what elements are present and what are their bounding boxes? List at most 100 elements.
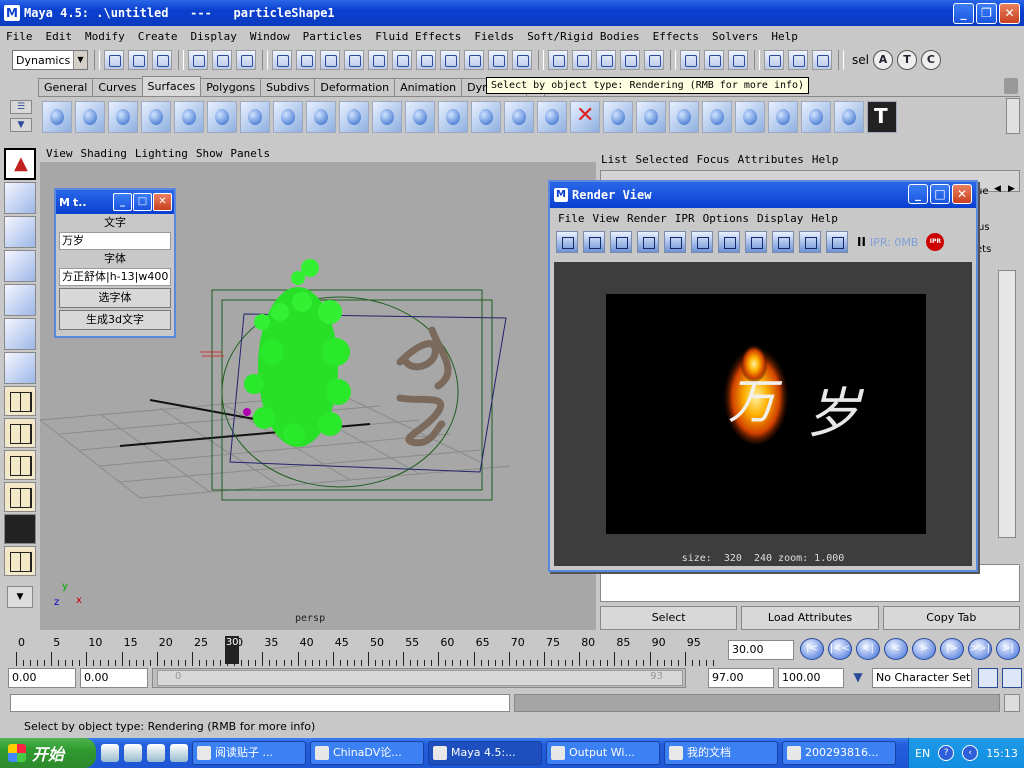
highlight-selection-icon[interactable] bbox=[512, 50, 532, 70]
menu-fields[interactable]: Fields bbox=[474, 30, 514, 43]
select-dynamics-icon[interactable] bbox=[416, 50, 436, 70]
tab-surfaces[interactable]: Surfaces bbox=[141, 76, 202, 96]
menu-help[interactable]: Help bbox=[771, 30, 798, 43]
current-frame-marker[interactable]: 30 bbox=[225, 636, 240, 664]
render-view-title-bar[interactable]: M Render View _ □ ✕ bbox=[550, 182, 976, 208]
rebuild-surfaces-icon[interactable] bbox=[834, 100, 864, 133]
menu-solvers[interactable]: Solvers bbox=[712, 30, 758, 43]
open-close-surfaces-icon[interactable] bbox=[735, 100, 765, 133]
input-connections-icon[interactable] bbox=[680, 50, 700, 70]
shelf-tabs-menu-icon[interactable]: ☰ bbox=[10, 100, 32, 114]
tab-animation[interactable]: Animation bbox=[394, 78, 463, 96]
start-time-field[interactable]: 0.00 bbox=[8, 668, 76, 688]
tab-polygons[interactable]: Polygons bbox=[200, 78, 262, 96]
select-joints-icon[interactable] bbox=[320, 50, 340, 70]
show-desktop-icon[interactable] bbox=[170, 744, 188, 762]
minimize-button[interactable]: _ bbox=[908, 184, 928, 204]
nurbs-cylinder-icon[interactable] bbox=[108, 100, 138, 133]
untrim-icon[interactable] bbox=[603, 100, 633, 133]
menu-particles[interactable]: Particles bbox=[303, 30, 363, 43]
taskbar-item-output-window[interactable]: Output Wi... bbox=[546, 741, 660, 765]
select-tool-icon[interactable] bbox=[4, 148, 36, 180]
layout-more-icon[interactable]: ▼ bbox=[7, 586, 33, 608]
animation-preferences-icon[interactable] bbox=[1002, 668, 1022, 688]
render-view-icon[interactable] bbox=[764, 50, 784, 70]
lasso-tool-icon[interactable] bbox=[4, 182, 36, 214]
snap-point-icon[interactable] bbox=[596, 50, 616, 70]
open-scene-icon[interactable] bbox=[128, 50, 148, 70]
ipr-refresh-icon[interactable] bbox=[637, 231, 659, 253]
paint-selection-tool-icon[interactable] bbox=[4, 216, 36, 248]
nurbs-sphere-icon[interactable] bbox=[42, 100, 72, 133]
select-deformations-icon[interactable] bbox=[392, 50, 412, 70]
nurbs-plane-icon[interactable] bbox=[174, 100, 204, 133]
command-line-input[interactable] bbox=[10, 694, 510, 712]
tab-general[interactable]: General bbox=[38, 78, 94, 96]
restore-button[interactable]: ❐ bbox=[976, 3, 997, 24]
output-connections-icon[interactable] bbox=[704, 50, 724, 70]
language-indicator[interactable]: EN bbox=[915, 747, 930, 760]
select-surfaces-icon[interactable] bbox=[368, 50, 388, 70]
hypershade-layout-icon[interactable] bbox=[4, 514, 36, 544]
scale-tool-icon[interactable] bbox=[4, 318, 36, 350]
tab-curves[interactable]: Curves bbox=[92, 78, 143, 96]
pause-ipr-icon[interactable]: II bbox=[857, 235, 866, 249]
tab-scroll-right-icon[interactable]: ▶ bbox=[1008, 184, 1015, 194]
select-misc-icon[interactable] bbox=[464, 50, 484, 70]
tab-deformation[interactable]: Deformation bbox=[314, 78, 396, 96]
loft-icon[interactable] bbox=[273, 100, 303, 133]
start-button[interactable]: 开始 bbox=[0, 738, 96, 768]
character-set-arrow-icon[interactable]: ▼ bbox=[848, 670, 868, 688]
outliner-layout-icon[interactable] bbox=[4, 450, 36, 480]
copy-tab-button[interactable]: Copy Tab bbox=[882, 606, 1020, 630]
rotate-tool-icon[interactable] bbox=[4, 284, 36, 316]
rv-menu-view[interactable]: View bbox=[593, 212, 620, 225]
rgb-channels-icon[interactable] bbox=[691, 231, 713, 253]
last-tool-icon[interactable] bbox=[4, 352, 36, 384]
attr-menu-help[interactable]: Help bbox=[812, 153, 839, 166]
viewport-menu-lighting[interactable]: Lighting bbox=[135, 147, 188, 160]
viewport-menu-panels[interactable]: Panels bbox=[230, 147, 270, 160]
generate-3d-text-button[interactable]: 生成3d文字 bbox=[59, 310, 171, 330]
range-slider[interactable]: 0 93 bbox=[152, 668, 686, 688]
render-region-icon[interactable] bbox=[583, 231, 605, 253]
font-input[interactable]: 方正舒体|h-13|w400 bbox=[59, 268, 171, 286]
select-handles-icon[interactable] bbox=[296, 50, 316, 70]
attr-button-fragment[interactable]: ets bbox=[976, 244, 991, 255]
planar-icon[interactable] bbox=[306, 100, 336, 133]
snapshot-icon[interactable] bbox=[664, 231, 686, 253]
selection-field-label[interactable]: sel bbox=[852, 53, 869, 67]
menu-display[interactable]: Display bbox=[191, 30, 237, 43]
step-forward-frame-button[interactable]: |> bbox=[940, 638, 964, 660]
real-size-icon[interactable] bbox=[745, 231, 767, 253]
playback-end-field[interactable]: 97.00 bbox=[708, 668, 774, 688]
extend-surfaces-icon[interactable] bbox=[801, 100, 831, 133]
step-back-key-button[interactable]: |<< bbox=[828, 638, 852, 660]
step-forward-key-button[interactable]: >>| bbox=[968, 638, 992, 660]
outlook-icon[interactable] bbox=[147, 744, 165, 762]
text-tool-icon[interactable] bbox=[867, 100, 897, 133]
render-globals-icon[interactable] bbox=[826, 231, 848, 253]
taskbar-item-forum-post[interactable]: 阅读贴子 ... bbox=[192, 741, 306, 765]
tool-settings-toggle[interactable]: T bbox=[896, 50, 917, 70]
menu-edit[interactable]: Edit bbox=[46, 30, 73, 43]
viewport-menu-shading[interactable]: Shading bbox=[81, 147, 127, 160]
new-scene-icon[interactable] bbox=[104, 50, 124, 70]
play-backwards-button[interactable]: < bbox=[884, 638, 908, 660]
rv-menu-render[interactable]: Render bbox=[627, 212, 667, 225]
channel-box-toggle[interactable]: C bbox=[920, 50, 941, 70]
trash-icon[interactable] bbox=[1004, 78, 1018, 94]
project-curve-icon[interactable] bbox=[537, 100, 567, 133]
menu-window[interactable]: Window bbox=[250, 30, 290, 43]
remove-image-icon[interactable] bbox=[799, 231, 821, 253]
help-icon[interactable]: ? bbox=[938, 745, 955, 761]
single-pane-layout-icon[interactable] bbox=[4, 386, 36, 416]
rv-menu-display[interactable]: Display bbox=[757, 212, 803, 225]
close-button[interactable]: ✕ bbox=[952, 184, 972, 204]
rv-menu-ipr[interactable]: IPR bbox=[675, 212, 695, 225]
attribute-scrollbar[interactable] bbox=[998, 270, 1016, 538]
script-editor-icon[interactable] bbox=[1004, 694, 1020, 712]
nurbs-torus-icon[interactable] bbox=[207, 100, 237, 133]
close-button[interactable]: ✕ bbox=[999, 3, 1020, 24]
select-hierarchy-icon[interactable] bbox=[188, 50, 208, 70]
